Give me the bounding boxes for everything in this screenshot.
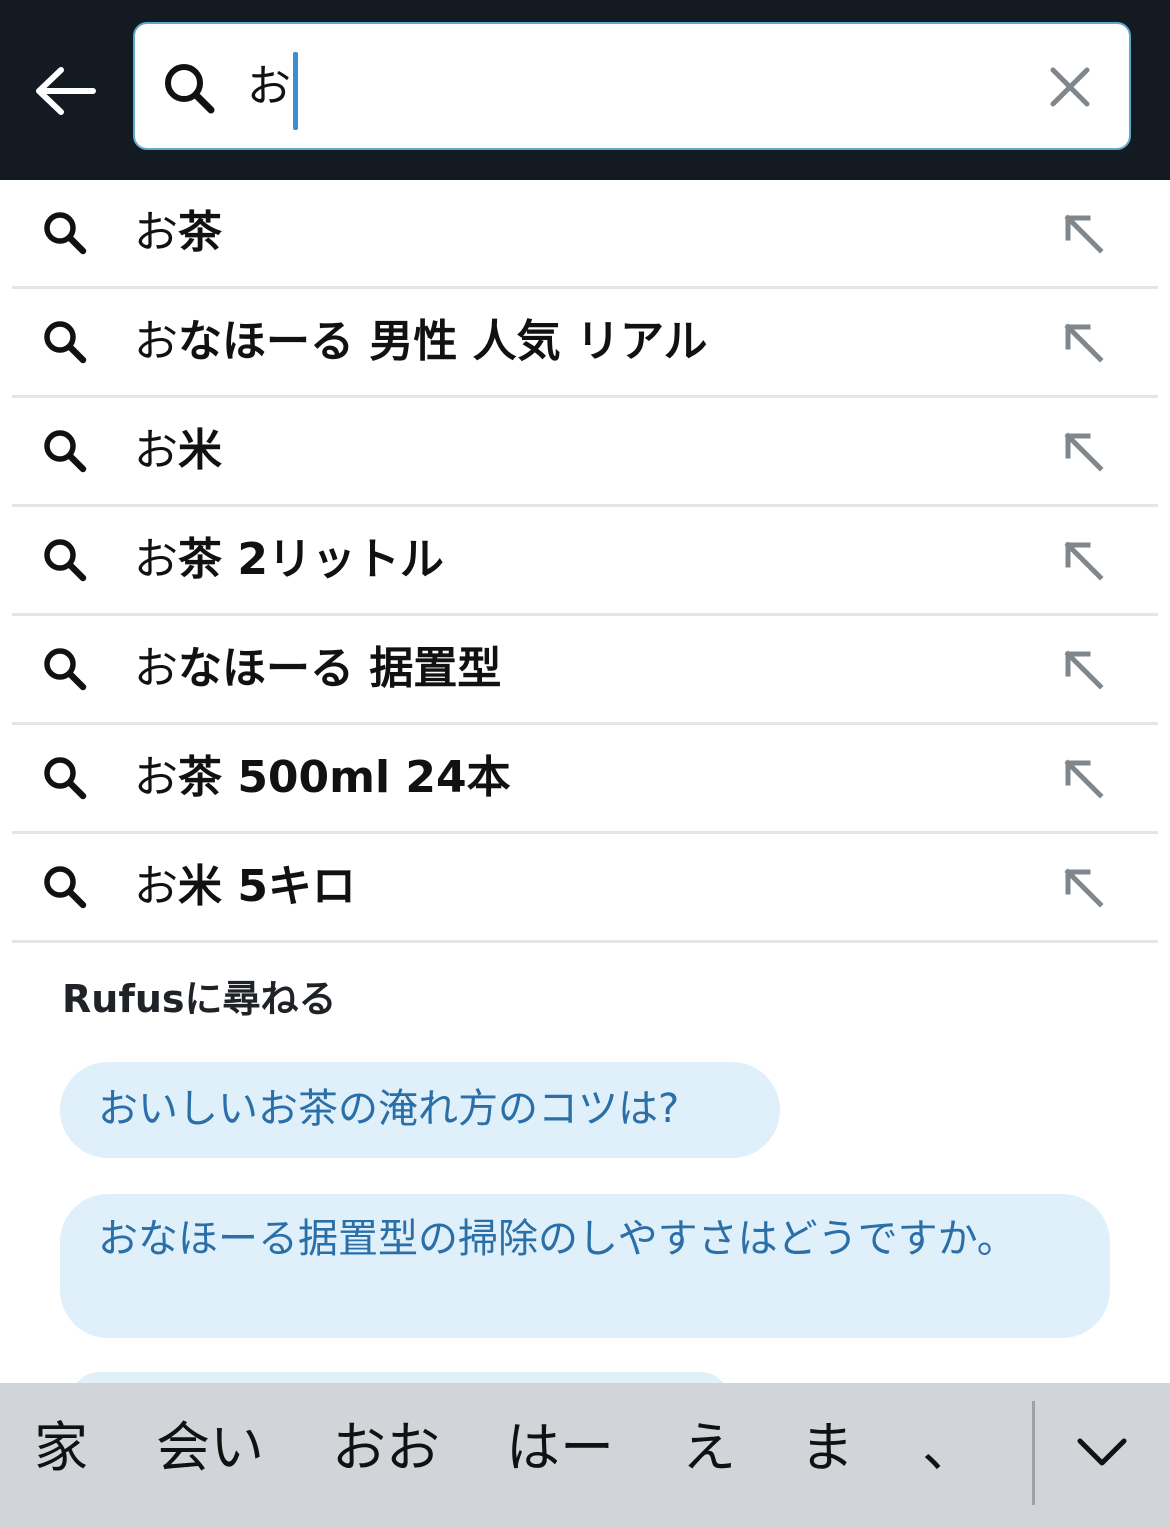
rufus-question-chip[interactable]: おいしいお茶の淹れ方のコツは?	[60, 1062, 780, 1158]
search-icon	[44, 430, 87, 473]
rufus-section-title: Rufusに尋ねる	[62, 977, 337, 1021]
candidate-word[interactable]: 、	[922, 1413, 976, 1483]
top-bar: お	[0, 0, 1170, 180]
arrow-up-left-icon[interactable]	[1062, 757, 1104, 799]
back-button[interactable]	[30, 55, 102, 127]
close-icon[interactable]	[1043, 60, 1097, 114]
keyboard-candidate-bar: 家 会い おお はー え ま 、	[0, 1383, 1170, 1528]
text-cursor	[293, 52, 298, 130]
suggestion-item[interactable]: お米	[12, 398, 1158, 507]
search-icon	[44, 648, 87, 691]
chevron-down-icon[interactable]	[1072, 1423, 1132, 1483]
suggestion-text: お米 5キロ	[134, 861, 356, 912]
suggestion-text: おなほーる 据置型	[134, 643, 502, 694]
suggestion-text: お茶 2リットル	[134, 534, 444, 585]
candidate-word[interactable]: 会い	[156, 1413, 264, 1483]
search-icon	[44, 321, 87, 364]
suggestion-item[interactable]: お茶 2リットル	[12, 507, 1158, 616]
arrow-up-left-icon[interactable]	[1062, 430, 1104, 472]
suggestion-item[interactable]: おなほーる 据置型	[12, 616, 1158, 725]
suggestion-item[interactable]: お米 5キロ	[12, 834, 1158, 943]
candidate-word[interactable]: ま	[800, 1413, 854, 1483]
arrow-up-left-icon[interactable]	[1062, 212, 1104, 254]
suggestion-text: お茶	[134, 207, 222, 258]
arrow-left-icon	[36, 67, 96, 115]
candidate-word[interactable]: え	[682, 1413, 736, 1483]
search-icon	[44, 212, 87, 255]
search-icon	[165, 64, 215, 114]
suggestion-item[interactable]: おなほーる 男性 人気 リアル	[12, 289, 1158, 398]
suggestion-item[interactable]: お茶	[12, 180, 1158, 289]
search-icon	[44, 539, 87, 582]
divider	[1032, 1401, 1035, 1505]
arrow-up-left-icon[interactable]	[1062, 866, 1104, 908]
suggestion-list: お茶 おなほーる 男性 人気 リアル お米 お茶 2リットル おなほーる 据置型…	[0, 180, 1170, 943]
search-field[interactable]: お	[133, 22, 1131, 150]
search-screen: お お茶 おなほーる 男性 人気 リアル お米 お茶 2リットル おなほーる 据…	[0, 0, 1170, 1528]
suggestion-item[interactable]: お茶 500ml 24本	[12, 725, 1158, 834]
arrow-up-left-icon[interactable]	[1062, 321, 1104, 363]
search-icon	[44, 757, 87, 800]
candidate-word[interactable]: はー	[506, 1413, 614, 1483]
suggestion-text: おなほーる 男性 人気 リアル	[134, 316, 708, 367]
arrow-up-left-icon[interactable]	[1062, 539, 1104, 581]
candidate-word[interactable]: おお	[332, 1413, 440, 1483]
suggestion-text: お米	[134, 425, 222, 476]
arrow-up-left-icon[interactable]	[1062, 648, 1104, 690]
rufus-question-chip[interactable]: おなほーる据置型の掃除のしやすさはどうですか。	[60, 1194, 1110, 1338]
candidate-word[interactable]: 家	[34, 1413, 88, 1483]
search-input[interactable]: お	[247, 52, 291, 122]
search-icon	[44, 866, 87, 909]
suggestion-text: お茶 500ml 24本	[134, 752, 511, 803]
